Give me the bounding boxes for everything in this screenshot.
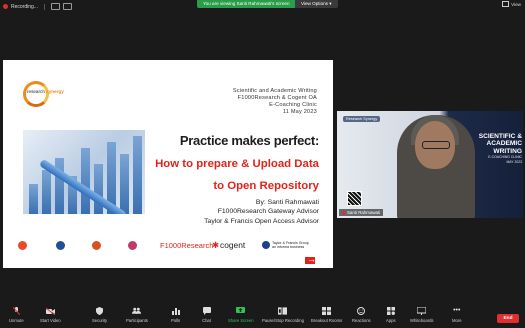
video-off-icon — [45, 307, 55, 315]
stop-recording-icon[interactable] — [62, 3, 72, 10]
next-arrow-icon: → — [305, 254, 316, 264]
people-icon — [132, 307, 142, 315]
f1000research-logo: F1000Research — [160, 240, 214, 250]
logo-ring-icon — [23, 81, 49, 107]
meeting-top-bar: Recording... You are viewing Santi Rahma… — [0, 0, 525, 13]
participants-button[interactable]: Participants — [126, 307, 148, 323]
muted-mic-icon — [342, 210, 345, 215]
breakout-rooms-icon — [322, 307, 332, 315]
speaker-video-tile[interactable]: Research Synergy SCIENTIFIC & ACADEMIC W… — [337, 111, 523, 218]
taylor-francis-logo: Taylor & Francis Group an informa busines… — [262, 237, 309, 253]
share-screen-icon — [236, 307, 246, 315]
recording-label: Recording... — [11, 3, 38, 10]
chat-bubble-icon — [202, 307, 211, 315]
reactions-button[interactable]: Reactions — [352, 307, 371, 323]
smiley-plus-icon — [357, 307, 366, 315]
tf-emblem-icon — [262, 241, 270, 249]
slide-title: Practice makes perfect: — [179, 133, 319, 148]
apps-icon — [386, 307, 395, 315]
chat-button[interactable]: Chat — [202, 307, 211, 323]
viewing-screen-banner: You are viewing Santi Rahmawati's screen — [197, 0, 296, 8]
virtual-background-banner: SCIENTIFIC & ACADEMIC WRITING E-COACHING… — [478, 133, 522, 164]
participant-name-label: Santi Rahmawati — [339, 209, 384, 216]
slide-header-text: Scientific and Academic Writing F1000Res… — [232, 88, 317, 115]
whiteboard-icon — [417, 307, 427, 315]
cogent-logo: ✱ cogent — [212, 240, 246, 250]
shared-screen-slide: research synergy Scientific and Academic… — [3, 60, 333, 268]
apps-button[interactable]: Apps — [386, 307, 396, 323]
polls-icon — [171, 307, 180, 315]
recording-indicator[interactable]: Recording... — [3, 2, 72, 11]
research-synergy-logo: research synergy — [19, 79, 75, 111]
more-dots-icon: ••• — [453, 307, 461, 314]
breakout-rooms-button[interactable]: Breakout Rooms — [311, 307, 342, 323]
record-icon — [3, 4, 8, 9]
pause-recording-icon[interactable] — [50, 3, 60, 10]
pause-stop-icon — [278, 307, 288, 315]
slide-subtitle: How to prepare & Upload Data to Open Rep… — [155, 158, 319, 192]
research-logo — [56, 237, 65, 253]
whiteboards-button[interactable]: Whiteboards — [410, 307, 434, 323]
scholar-hub-logo — [18, 237, 27, 253]
grid-view-icon — [502, 1, 510, 7]
qr-code-icon — [347, 191, 362, 206]
polls-button[interactable]: Polls — [171, 307, 180, 323]
pause-stop-recording-button[interactable]: Pause/Stop Recording — [262, 307, 304, 323]
shield-icon — [95, 307, 104, 315]
partner-logos: F1000Research ✱ cogent Taylor & Francis G… — [18, 237, 318, 253]
research-synergy-tag: Research Synergy — [343, 116, 381, 122]
share-screen-button[interactable]: Share Screen — [228, 307, 254, 323]
end-meeting-button[interactable]: End — [497, 314, 519, 323]
chart-pen-photo — [23, 130, 145, 214]
view-button[interactable]: View — [502, 1, 521, 7]
presenter-info: By: Santi Rahmawati F1000Research Gatewa… — [204, 199, 319, 225]
security-button[interactable]: Security — [92, 307, 107, 323]
view-options-button[interactable]: View Options ▾ — [295, 0, 338, 8]
microphone-muted-icon — [12, 307, 21, 315]
unmute-button[interactable]: Unmute — [9, 307, 24, 323]
more-button[interactable]: ••• More — [452, 307, 462, 323]
start-video-button[interactable]: Start Video — [40, 307, 61, 323]
research-synergy-small-logo — [92, 237, 101, 253]
meeting-toolbar: Unmute Start Video Security Participants… — [0, 306, 525, 328]
synergy-institute-logo — [128, 237, 137, 253]
